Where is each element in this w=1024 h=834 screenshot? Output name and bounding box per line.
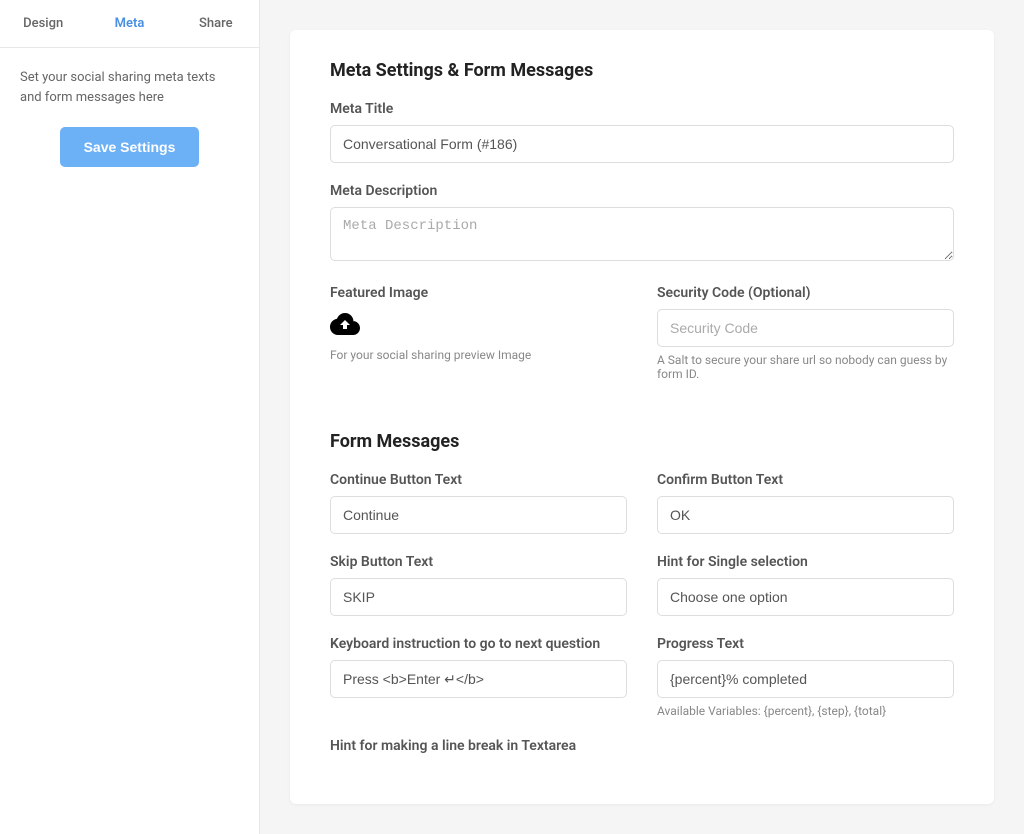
meta-title-input[interactable] [330,125,954,163]
featured-image-help: For your social sharing preview Image [330,348,627,362]
continue-button-input[interactable] [330,496,627,534]
cloud-upload-icon[interactable] [330,309,627,342]
hint-linebreak-group: Hint for making a line break in Textarea [330,738,627,754]
progress-text-group: Progress Text Available Variables: {perc… [657,636,954,718]
featured-image-group: Featured Image For your social sharing p… [330,285,627,362]
progress-text-label: Progress Text [657,636,954,652]
tab-meta[interactable]: Meta [86,0,172,47]
security-code-input[interactable] [657,309,954,347]
meta-description-group: Meta Description [330,183,954,265]
sidebar: Design Meta Share Set your social sharin… [0,0,260,834]
main-content: Meta Settings & Form Messages Meta Title… [260,0,1024,834]
hint-linebreak-label: Hint for making a line break in Textarea [330,738,627,754]
meta-title-label: Meta Title [330,101,954,117]
confirm-button-group: Confirm Button Text [657,472,954,534]
security-code-help: A Salt to secure your share url so nobod… [657,353,954,381]
meta-title-group: Meta Title [330,101,954,163]
continue-button-label: Continue Button Text [330,472,627,488]
security-code-group: Security Code (Optional) A Salt to secur… [657,285,954,381]
tab-share[interactable]: Share [173,0,259,47]
content-card: Meta Settings & Form Messages Meta Title… [290,30,994,804]
meta-description-label: Meta Description [330,183,954,199]
hint-single-group: Hint for Single selection [657,554,954,616]
meta-settings-title: Meta Settings & Form Messages [330,60,954,81]
form-messages-title: Form Messages [330,431,954,452]
progress-text-input[interactable] [657,660,954,698]
keyboard-instruction-group: Keyboard instruction to go to next quest… [330,636,627,698]
tab-design[interactable]: Design [0,0,86,47]
sidebar-content: Set your social sharing meta texts and f… [0,48,259,187]
keyboard-instruction-label: Keyboard instruction to go to next quest… [330,636,627,652]
meta-description-input[interactable] [330,207,954,261]
skip-button-input[interactable] [330,578,627,616]
tabs: Design Meta Share [0,0,259,48]
skip-button-label: Skip Button Text [330,554,627,570]
sidebar-description: Set your social sharing meta texts and f… [20,68,239,107]
continue-button-group: Continue Button Text [330,472,627,534]
save-settings-button[interactable]: Save Settings [60,127,200,167]
confirm-button-label: Confirm Button Text [657,472,954,488]
security-code-label: Security Code (Optional) [657,285,954,301]
keyboard-instruction-input[interactable] [330,660,627,698]
progress-text-help: Available Variables: {percent}, {step}, … [657,704,954,718]
featured-image-label: Featured Image [330,285,627,301]
hint-single-input[interactable] [657,578,954,616]
hint-single-label: Hint for Single selection [657,554,954,570]
skip-button-group: Skip Button Text [330,554,627,616]
confirm-button-input[interactable] [657,496,954,534]
